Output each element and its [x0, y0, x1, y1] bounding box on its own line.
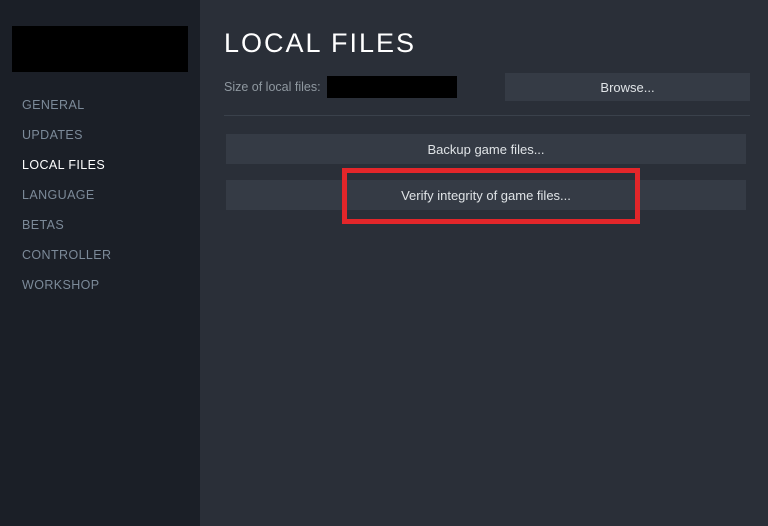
divider [224, 115, 750, 116]
size-value-redacted [327, 76, 457, 98]
sidebar-item-workshop[interactable]: WORKSHOP [0, 270, 200, 300]
sidebar-item-controller[interactable]: CONTROLLER [0, 240, 200, 270]
sidebar-item-language[interactable]: LANGUAGE [0, 180, 200, 210]
game-title-redacted [12, 26, 188, 72]
verify-row: Verify integrity of game files... [224, 180, 750, 210]
sidebar-item-local-files[interactable]: LOCAL FILES [0, 150, 200, 180]
sidebar-item-general[interactable]: GENERAL [0, 90, 200, 120]
sidebar-item-betas[interactable]: BETAS [0, 210, 200, 240]
verify-button[interactable]: Verify integrity of game files... [226, 180, 746, 210]
size-label: Size of local files: [224, 80, 321, 94]
nav-list: GENERAL UPDATES LOCAL FILES LANGUAGE BET… [0, 90, 200, 300]
page-title: LOCAL FILES [224, 28, 750, 59]
backup-row: Backup game files... [224, 134, 750, 164]
browse-button[interactable]: Browse... [505, 73, 750, 101]
size-row: Size of local files: Browse... [224, 73, 750, 101]
main-panel: LOCAL FILES Size of local files: Browse.… [200, 0, 768, 526]
sidebar: GENERAL UPDATES LOCAL FILES LANGUAGE BET… [0, 0, 200, 526]
sidebar-item-updates[interactable]: UPDATES [0, 120, 200, 150]
backup-button[interactable]: Backup game files... [226, 134, 746, 164]
